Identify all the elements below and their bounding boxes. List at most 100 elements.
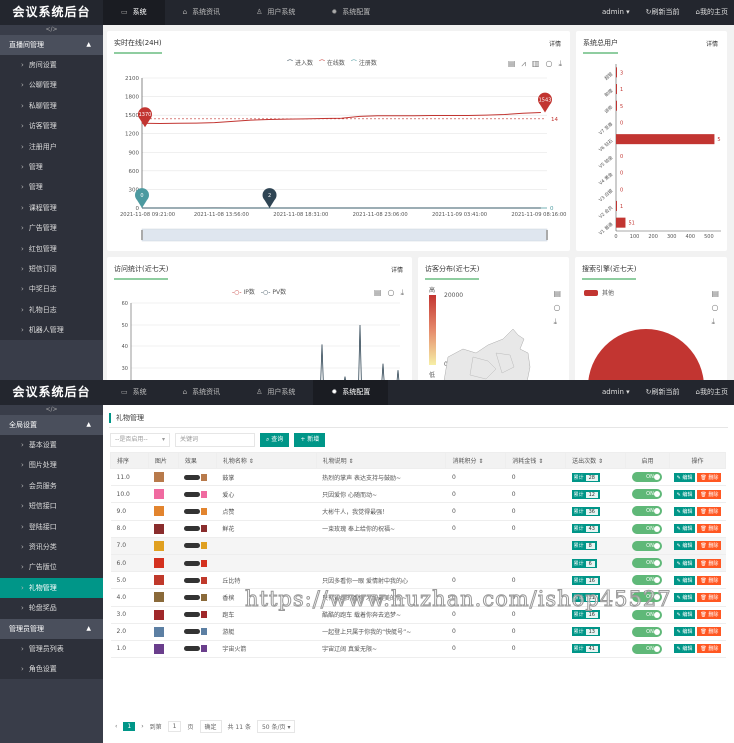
delete-button[interactable]: 🗑 删除 [697, 506, 722, 516]
page-input[interactable]: 1 [167, 721, 182, 732]
edit-button[interactable]: ✎ 编辑 [673, 472, 696, 482]
sidebar-item[interactable]: › 注册用户 [0, 137, 103, 157]
datazoom-handle-left[interactable] [141, 230, 143, 240]
column-header[interactable]: 礼物说明 ⇕ [315, 452, 447, 469]
enabled-toggle[interactable]: ON [632, 626, 663, 637]
column-header[interactable]: 礼物名称 ⇕ [215, 452, 317, 469]
tab-news[interactable]: ⌂ 系统资讯 [165, 380, 238, 405]
home-link[interactable]: ⌂我的主页 [696, 0, 728, 25]
bar[interactable] [616, 100, 617, 111]
sidebar-item[interactable]: › 课程管理 [0, 198, 103, 218]
marker-pin[interactable]: 1543 [538, 92, 552, 113]
sidebar-item[interactable]: › 角色设置 [0, 659, 103, 679]
sidebar-toggle[interactable]: </> [0, 405, 103, 415]
delete-button[interactable]: 🗑 删除 [697, 610, 722, 620]
bar[interactable] [616, 67, 617, 78]
sidebar-item[interactable]: › 管理 [0, 177, 103, 197]
pie-slice-other[interactable] [588, 329, 704, 380]
user-menu[interactable]: admin ▾ [602, 0, 630, 25]
enabled-toggle[interactable]: ON [632, 540, 663, 551]
delete-button[interactable]: 🗑 删除 [697, 489, 722, 499]
map-region[interactable] [443, 328, 531, 380]
sidebar-item[interactable]: › 资讯分类 [0, 537, 103, 557]
sidebar-item[interactable]: › 房间设置 [0, 55, 103, 75]
sidebar-item[interactable]: › 图片处理 [0, 455, 103, 475]
sidebar-item[interactable]: › 管理 [0, 157, 103, 177]
sidebar-item[interactable]: › 短信订阅 [0, 259, 103, 279]
column-header[interactable]: 消耗积分 ⇕ [445, 452, 507, 469]
sidebar-group-live[interactable]: 直播间管理 ▲ [0, 35, 103, 55]
sidebar-item[interactable]: › 广告管理 [0, 218, 103, 238]
edit-button[interactable]: ✎ 编辑 [673, 575, 696, 585]
user-menu[interactable]: admin ▾ [602, 380, 630, 405]
delete-button[interactable]: 🗑 删除 [697, 644, 722, 654]
delete-button[interactable]: 🗑 删除 [697, 472, 722, 482]
delete-button[interactable]: 🗑 删除 [697, 592, 722, 602]
sidebar-item[interactable]: › 会员服务 [0, 476, 103, 496]
home-link[interactable]: ⌂我的主页 [696, 380, 728, 405]
edit-button[interactable]: ✎ 编辑 [673, 558, 696, 568]
edit-button[interactable]: ✎ 编辑 [673, 506, 696, 516]
sidebar-item[interactable]: › 广告版位 [0, 557, 103, 577]
sidebar-item[interactable]: › 礼物管理 [0, 577, 103, 599]
enabled-toggle[interactable]: ON [632, 643, 663, 654]
delete-button[interactable]: 🗑 删除 [697, 541, 722, 551]
tab-users[interactable]: ♙ 用户系统 [238, 0, 313, 25]
delete-button[interactable]: 🗑 删除 [697, 575, 722, 585]
prev-page-button[interactable]: ‹ [115, 723, 117, 730]
enabled-toggle[interactable]: ON [632, 523, 663, 534]
sidebar-item[interactable]: › 机器人管理 [0, 320, 103, 340]
search-button[interactable]: ⌕ 查询 [260, 433, 290, 447]
delete-button[interactable]: 🗑 删除 [697, 627, 722, 637]
edit-button[interactable]: ✎ 编辑 [673, 627, 696, 637]
column-header[interactable]: 消耗金钱 ⇕ [505, 452, 567, 469]
edit-button[interactable]: ✎ 编辑 [673, 524, 696, 534]
enabled-toggle[interactable]: ON [632, 575, 663, 586]
keyword-input[interactable]: 关键词 [175, 433, 255, 447]
sidebar-group-global-settings[interactable]: 全局设置 ▲ [0, 415, 103, 435]
bar[interactable] [616, 200, 617, 211]
edit-button[interactable]: ✎ 编辑 [673, 592, 696, 602]
edit-button[interactable]: ✎ 编辑 [673, 541, 696, 551]
tab-system[interactable]: ▭ 系统 [103, 380, 165, 405]
enabled-toggle[interactable]: ON [632, 558, 663, 569]
edit-button[interactable]: ✎ 编辑 [673, 644, 696, 654]
sidebar-item[interactable]: › 访客管理 [0, 116, 103, 136]
sidebar-item[interactable]: › 轮盘奖品 [0, 598, 103, 618]
sidebar-item[interactable]: › 私聊管理 [0, 96, 103, 116]
delete-button[interactable]: 🗑 删除 [697, 524, 722, 534]
sidebar-toggle[interactable]: </> [0, 25, 103, 35]
current-page[interactable]: 1 [123, 722, 136, 731]
bar[interactable] [616, 217, 626, 228]
tab-system[interactable]: ▭ 系统 [103, 0, 165, 25]
tab-config[interactable]: ✹ 系统配置 [313, 380, 389, 405]
sidebar-item[interactable]: › 中奖日志 [0, 279, 103, 299]
bar[interactable] [616, 134, 715, 145]
refresh-link[interactable]: ↻刷新当前 [646, 0, 680, 25]
sidebar-item[interactable]: › 礼物日志 [0, 300, 103, 320]
edit-button[interactable]: ✎ 编辑 [673, 489, 696, 499]
per-page-select[interactable]: 50 条/页 ▾ [256, 720, 296, 733]
enabled-toggle[interactable]: ON [632, 609, 663, 620]
enabled-toggle[interactable]: ON [632, 592, 663, 603]
datazoom-slider[interactable] [141, 228, 548, 242]
datazoom-handle-right[interactable] [546, 230, 548, 240]
sidebar-group-admin[interactable]: 管理员管理 ▲ [0, 618, 103, 639]
confirm-button[interactable]: 确定 [199, 720, 222, 733]
marker-pin[interactable]: 2 [262, 188, 277, 208]
tab-config[interactable]: ✹ 系统配置 [313, 0, 388, 25]
bar[interactable] [616, 84, 617, 95]
sidebar-item[interactable]: › 管理员列表 [0, 639, 103, 659]
edit-button[interactable]: ✎ 编辑 [673, 610, 696, 620]
marker-pin[interactable]: 0 [135, 188, 149, 208]
enabled-toggle[interactable]: ON [632, 506, 663, 517]
enabled-toggle[interactable]: ON [632, 489, 663, 500]
refresh-link[interactable]: ↻刷新当前 [646, 380, 680, 405]
sidebar-item[interactable]: › 登陆接口 [0, 517, 103, 537]
sidebar-item[interactable]: › 基本设置 [0, 435, 103, 455]
delete-button[interactable]: 🗑 删除 [697, 558, 722, 568]
sidebar-item[interactable]: › 红包管理 [0, 239, 103, 259]
tab-users[interactable]: ♙ 用户系统 [238, 380, 313, 405]
next-page-button[interactable]: › [141, 723, 143, 730]
enabled-select[interactable]: --是否启用-- ▾ [110, 433, 170, 447]
